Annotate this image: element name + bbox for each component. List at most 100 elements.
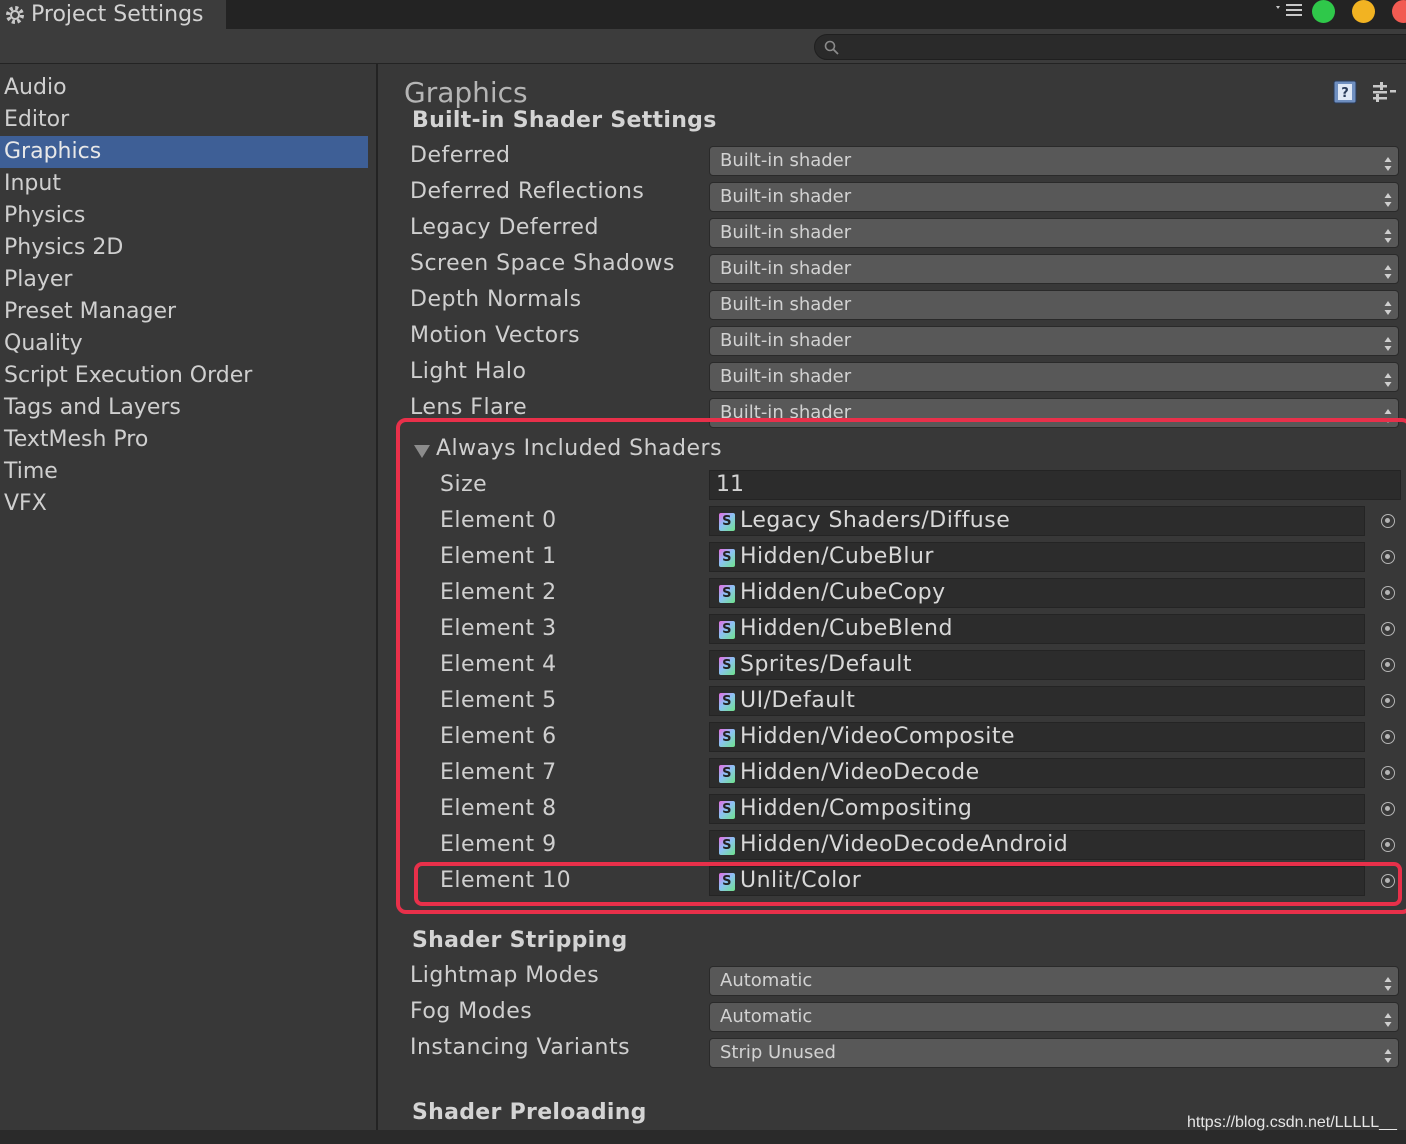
element-7-shader-name: Hidden/VideoDecode bbox=[740, 760, 980, 785]
element-3-label: Element 3 bbox=[440, 616, 557, 641]
sidebar-item-time[interactable]: Time bbox=[0, 456, 368, 488]
sidebar-item-textmesh-pro[interactable]: TextMesh Pro bbox=[0, 424, 368, 456]
object-picker-icon[interactable] bbox=[1381, 658, 1395, 672]
object-picker-icon[interactable] bbox=[1381, 586, 1395, 600]
shader-icon-letter: S bbox=[722, 550, 732, 565]
instancing-variants-dropdown[interactable]: Strip Unused bbox=[709, 1038, 1399, 1068]
menu-icon[interactable] bbox=[1274, 2, 1304, 16]
sidebar-item-player[interactable]: Player bbox=[0, 264, 368, 296]
shader-icon: S bbox=[719, 513, 735, 531]
shader-icon: S bbox=[719, 873, 735, 891]
element-5-shader-field[interactable]: S UI/Default bbox=[709, 686, 1365, 716]
dropdown-arrows-icon bbox=[1384, 973, 1392, 991]
element-9-shader-field[interactable]: S Hidden/VideoDecodeAndroid bbox=[709, 830, 1365, 860]
lightmap-modes-label: Lightmap Modes bbox=[410, 963, 600, 988]
depth-normals-dropdown[interactable]: Built-in shader bbox=[709, 290, 1399, 320]
shader-preloading-heading: Shader Preloading bbox=[412, 1100, 647, 1125]
shader-icon-letter: S bbox=[722, 514, 732, 529]
object-picker-icon[interactable] bbox=[1381, 694, 1395, 708]
fog-modes-dropdown[interactable]: Automatic bbox=[709, 1002, 1399, 1032]
dropdown-arrows-icon bbox=[1384, 153, 1392, 171]
shader-icon-letter: S bbox=[722, 730, 732, 745]
element-2-shader-field[interactable]: S Hidden/CubeCopy bbox=[709, 578, 1365, 608]
dropdown-arrows-icon bbox=[1384, 261, 1392, 279]
title-bar: Project Settings bbox=[0, 0, 1406, 29]
object-picker-icon[interactable] bbox=[1381, 514, 1395, 528]
dropdown-arrows-icon bbox=[1384, 297, 1392, 315]
legacy-deferred-dropdown-value: Built-in shader bbox=[720, 222, 852, 243]
sidebar-item-physics[interactable]: Physics bbox=[0, 200, 368, 232]
shader-icon: S bbox=[719, 693, 735, 711]
size-field[interactable]: 11 bbox=[709, 470, 1401, 500]
element-7-shader-field[interactable]: S Hidden/VideoDecode bbox=[709, 758, 1365, 788]
dropdown-arrows-icon bbox=[1384, 405, 1392, 423]
element-4-shader-field[interactable]: S Sprites/Default bbox=[709, 650, 1365, 680]
sidebar-item-graphics[interactable]: Graphics bbox=[0, 136, 368, 168]
object-picker-icon[interactable] bbox=[1381, 766, 1395, 780]
preset-settings-icon[interactable] bbox=[1370, 79, 1396, 105]
sidebar-item-input[interactable]: Input bbox=[0, 168, 368, 200]
motion-vectors-label: Motion Vectors bbox=[410, 323, 581, 348]
dropdown-arrows-icon bbox=[1384, 1009, 1392, 1027]
close-button[interactable] bbox=[1392, 0, 1406, 23]
sidebar-item-script-execution-order[interactable]: Script Execution Order bbox=[0, 360, 368, 392]
lens-flare-label: Lens Flare bbox=[410, 395, 528, 420]
sidebar-item-quality[interactable]: Quality bbox=[0, 328, 368, 360]
object-picker-icon[interactable] bbox=[1381, 550, 1395, 564]
element-1-label: Element 1 bbox=[440, 544, 557, 569]
project-settings-tab[interactable]: Project Settings bbox=[0, 0, 226, 29]
lightmap-modes-dropdown[interactable]: Automatic bbox=[709, 966, 1399, 996]
screen-space-shadows-dropdown[interactable]: Built-in shader bbox=[709, 254, 1399, 284]
shader-icon-letter: S bbox=[722, 838, 732, 853]
shader-icon-letter: S bbox=[722, 874, 732, 889]
element-0-shader-field[interactable]: S Legacy Shaders/Diffuse bbox=[709, 506, 1365, 536]
dropdown-arrows-icon bbox=[1384, 189, 1392, 207]
dropdown-arrows-icon bbox=[1384, 369, 1392, 387]
help-icon[interactable]: ? bbox=[1332, 79, 1358, 105]
light-halo-label: Light Halo bbox=[410, 359, 527, 384]
always-included-shaders-foldout[interactable]: Always Included Shaders bbox=[436, 436, 722, 461]
window-title: Project Settings bbox=[31, 2, 204, 27]
svg-text:?: ? bbox=[1341, 86, 1349, 101]
object-picker-icon[interactable] bbox=[1381, 622, 1395, 636]
sidebar-item-preset-manager[interactable]: Preset Manager bbox=[0, 296, 368, 328]
element-3-shader-field[interactable]: S Hidden/CubeBlend bbox=[709, 614, 1365, 644]
element-10-shader-name: Unlit/Color bbox=[740, 868, 862, 893]
lens-flare-dropdown[interactable]: Built-in shader bbox=[709, 398, 1399, 428]
sidebar-item-physics-2d[interactable]: Physics 2D bbox=[0, 232, 368, 264]
depth-normals-dropdown-value: Built-in shader bbox=[720, 294, 852, 315]
shader-icon-letter: S bbox=[722, 802, 732, 817]
element-4-label: Element 4 bbox=[440, 652, 557, 677]
fog-modes-dropdown-value: Automatic bbox=[720, 1006, 813, 1027]
element-10-shader-field[interactable]: S Unlit/Color bbox=[709, 866, 1365, 896]
element-8-shader-field[interactable]: S Hidden/Compositing bbox=[709, 794, 1365, 824]
object-picker-icon[interactable] bbox=[1381, 802, 1395, 816]
search-input[interactable] bbox=[814, 34, 1406, 60]
sidebar-item-vfx[interactable]: VFX bbox=[0, 488, 368, 520]
sidebar-item-tags-and-layers[interactable]: Tags and Layers bbox=[0, 392, 368, 424]
motion-vectors-dropdown[interactable]: Built-in shader bbox=[709, 326, 1399, 356]
element-2-shader-name: Hidden/CubeCopy bbox=[740, 580, 946, 605]
light-halo-dropdown[interactable]: Built-in shader bbox=[709, 362, 1399, 392]
element-9-label: Element 9 bbox=[440, 832, 557, 857]
element-6-shader-field[interactable]: S Hidden/VideoComposite bbox=[709, 722, 1365, 752]
screen-space-shadows-dropdown-value: Built-in shader bbox=[720, 258, 852, 279]
shader-icon: S bbox=[719, 729, 735, 747]
element-1-shader-field[interactable]: S Hidden/CubeBlur bbox=[709, 542, 1365, 572]
element-3-shader-name: Hidden/CubeBlend bbox=[740, 616, 953, 641]
object-picker-icon[interactable] bbox=[1381, 838, 1395, 852]
maximize-button[interactable] bbox=[1312, 0, 1335, 23]
sidebar-item-audio[interactable]: Audio bbox=[0, 72, 368, 104]
legacy-deferred-dropdown[interactable]: Built-in shader bbox=[709, 218, 1399, 248]
minimize-button[interactable] bbox=[1352, 0, 1375, 23]
deferred-reflections-dropdown[interactable]: Built-in shader bbox=[709, 182, 1399, 212]
deferred-dropdown[interactable]: Built-in shader bbox=[709, 146, 1399, 176]
object-picker-icon[interactable] bbox=[1381, 874, 1395, 888]
shader-icon: S bbox=[719, 621, 735, 639]
light-halo-dropdown-value: Built-in shader bbox=[720, 366, 852, 387]
legacy-deferred-label: Legacy Deferred bbox=[410, 215, 599, 240]
object-picker-icon[interactable] bbox=[1381, 730, 1395, 744]
foldout-expanded-icon[interactable] bbox=[413, 443, 431, 459]
sidebar-item-editor[interactable]: Editor bbox=[0, 104, 368, 136]
toolbar bbox=[0, 29, 1406, 64]
